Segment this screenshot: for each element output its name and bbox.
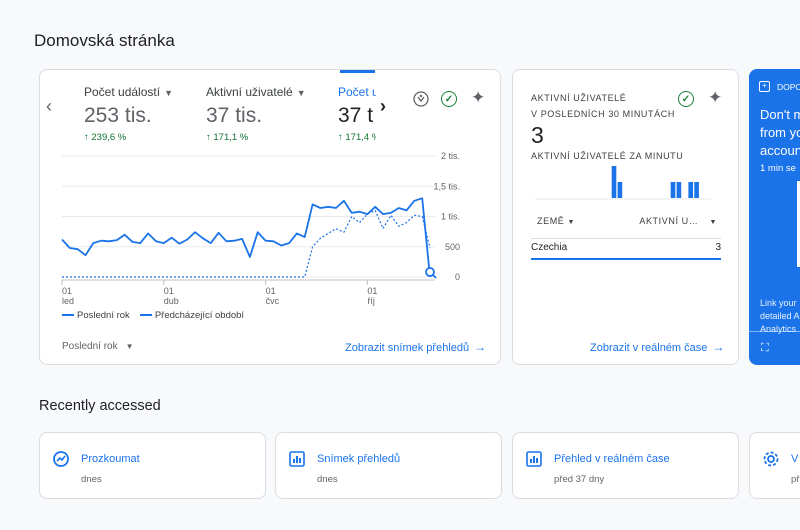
row-users: 3 — [715, 242, 721, 253]
page-title: Domovská stránka — [34, 31, 175, 50]
recent-item-date: dnes — [81, 474, 102, 485]
y-tick-label: 500 — [445, 242, 460, 252]
row-country: Czechia — [531, 242, 568, 253]
last-point-marker-tail — [432, 274, 437, 279]
legend-item-current: Poslední rok — [62, 310, 130, 321]
promo-text: Don't m from yo accoun — [760, 107, 800, 158]
minute-bar — [688, 182, 693, 198]
recent-item-explore[interactable]: Prozkoumat dnes — [39, 432, 266, 499]
arrow-right-icon: → — [712, 340, 725, 354]
y-tick-label: 2 tis. — [441, 151, 460, 161]
chevron-down-icon: ▼ — [125, 342, 134, 351]
legend-item-previous: Předcházející období — [139, 310, 244, 321]
realtime-value: 3 — [531, 122, 544, 148]
view-realtime-link[interactable]: Zobrazit v reálném čase → — [590, 340, 724, 354]
minute-bar — [670, 182, 676, 198]
recent-item-title: Prozkoumat — [81, 453, 140, 465]
plus-box-icon: + — [759, 81, 770, 92]
y-tick-label: 0 — [455, 272, 460, 282]
gear-icon — [762, 450, 780, 468]
divider — [749, 331, 800, 332]
recent-item-reports[interactable]: Snímek přehledů dnes — [275, 432, 502, 499]
per-minute-label: AKTIVNÍ UŽIVATELÉ ZA MINUTU — [531, 151, 684, 161]
chart-legend: Poslední rok Předcházející období — [62, 310, 244, 321]
last-point-marker — [425, 267, 435, 277]
recent-item-title: Snímek přehledů — [317, 453, 401, 465]
x-tick-day: 01 — [62, 286, 72, 296]
recent-item-date: př — [791, 474, 800, 485]
promo-card: + DOPO Don't m from yo accoun 1 min se L… — [749, 69, 800, 365]
recent-item-settings[interactable]: V př — [749, 432, 800, 499]
recent-item-title: Přehled v reálném čase — [554, 453, 670, 465]
y-tick-label: 1 tis. — [441, 212, 460, 222]
section-title: Recently accessed — [39, 398, 161, 414]
x-tick-day: 01 — [164, 286, 174, 296]
link-label: Zobrazit snímek přehledů — [345, 342, 470, 354]
explore-icon — [52, 450, 70, 468]
line-chart: 2 tis.1,5 tis.1 tis.500001led01dub01čvc0… — [61, 151, 460, 306]
promo-header: + DOPO — [759, 81, 800, 92]
minute-bar — [611, 166, 617, 198]
realtime-heading: AKTIVNÍ UŽIVATELÉ V POSLEDNÍCH 30 MINUTÁ… — [531, 93, 675, 119]
column-country[interactable]: ZEMĚ ▼ — [537, 216, 575, 226]
recent-item-title: V — [791, 453, 799, 465]
chevron-down-icon: ▼ — [567, 219, 576, 226]
check-circle-icon[interactable]: ✓ — [678, 91, 694, 107]
series-line — [62, 209, 431, 278]
recent-item-date: před 37 dny — [554, 474, 605, 485]
column-active-users[interactable]: AKTIVNÍ U… ▼ — [639, 216, 717, 226]
fullscreen-icon[interactable]: ⛶ — [761, 342, 769, 355]
divider — [531, 238, 721, 239]
x-tick-month: čvc — [266, 296, 280, 306]
sparkle-icon[interactable]: ✦ — [708, 88, 722, 108]
recent-item-realtime[interactable]: Přehled v reálném čase před 37 dny — [512, 432, 739, 499]
series-line — [61, 197, 431, 278]
chevron-down-icon: ▼ — [709, 219, 717, 226]
view-reports-link[interactable]: Zobrazit snímek přehledů → — [345, 340, 486, 354]
x-tick-month: led — [62, 296, 74, 306]
arrow-right-icon: → — [474, 340, 487, 354]
period-dropdown[interactable]: Poslední rok ▼ — [62, 341, 134, 352]
period-label: Poslední rok — [62, 341, 118, 352]
reports-icon — [288, 450, 306, 468]
recent-item-date: dnes — [317, 474, 338, 485]
x-tick-day: 01 — [367, 286, 377, 296]
y-tick-label: 1,5 tis. — [433, 181, 460, 191]
overview-card: ‹ Počet událostí ▼ 253 tis. ↑ 239,6 % Akt… — [39, 69, 501, 365]
table-row[interactable]: Czechia 3 — [531, 240, 721, 260]
minute-bar — [676, 182, 682, 198]
per-minute-bar-chart — [535, 166, 711, 200]
minute-bar — [694, 182, 699, 198]
x-tick-day: 01 — [266, 286, 276, 296]
promo-time: 1 min se — [760, 163, 796, 174]
realtime-icon — [525, 450, 543, 468]
realtime-card: AKTIVNÍ UŽIVATELÉ V POSLEDNÍCH 30 MINUTÁ… — [512, 69, 739, 365]
link-label: Zobrazit v reálném čase — [590, 342, 708, 354]
x-tick-month: říj — [367, 296, 375, 306]
x-tick-month: dub — [164, 296, 179, 306]
minute-bar — [617, 182, 623, 198]
